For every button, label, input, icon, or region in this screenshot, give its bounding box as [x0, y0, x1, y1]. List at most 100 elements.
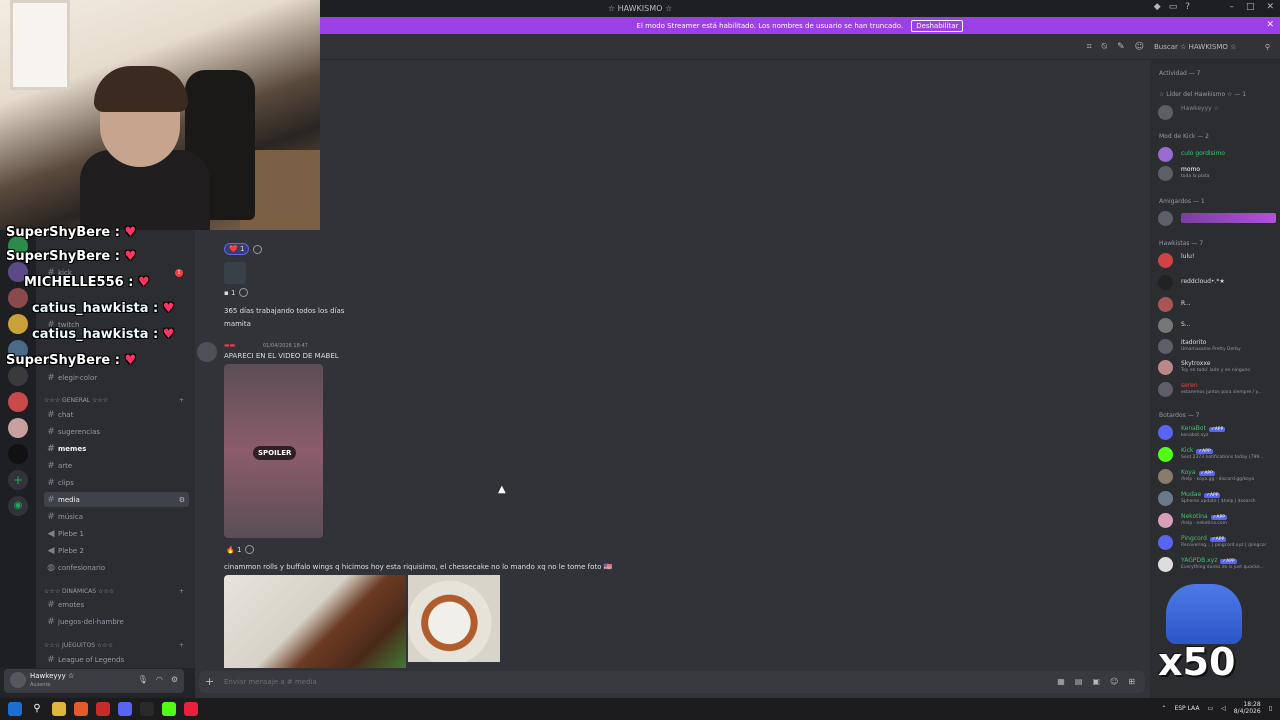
image-attachment-food[interactable]	[224, 575, 406, 668]
reaction-heart[interactable]: ❤️ 1	[224, 243, 250, 255]
member-item[interactable]: Mudae ✓APP Spheres update | $help | $searc…	[1158, 489, 1276, 507]
user-panel-card[interactable]: Hawkeyyy ☆ Ausente 🎙 ◠ ⚙	[4, 669, 184, 693]
media-player-icon[interactable]	[184, 702, 198, 716]
member-item[interactable]: Itadorito Umamasame Pretty Derby	[1158, 337, 1276, 355]
channel-emotes[interactable]: # emotes	[44, 597, 189, 612]
message-author[interactable]: ▬▬	[224, 342, 235, 349]
explore-icon[interactable]: ◉	[8, 496, 28, 516]
add-server-icon[interactable]: +	[8, 470, 28, 490]
spoiler-video[interactable]: SPOILER	[224, 364, 323, 538]
network-icon[interactable]: ▭	[1207, 705, 1213, 712]
members-icon[interactable]: ☺	[1135, 42, 1144, 52]
member-item[interactable]: reddcloud•.*★	[1158, 273, 1276, 291]
help-icon[interactable]: ?	[1185, 2, 1190, 12]
gift-icon[interactable]: ▦	[1057, 677, 1065, 686]
avatar[interactable]	[10, 672, 26, 688]
member-name: YAGPDB.xyz ✓APP	[1181, 557, 1237, 564]
microphone-icon[interactable]: 🎙	[138, 675, 148, 684]
reaction-sticker[interactable]: ▪ 1	[224, 289, 235, 297]
add-channel-icon[interactable]: +	[179, 588, 184, 595]
member-item[interactable]: Pingcord ✓APP Recovering... | pingcord.xyz…	[1158, 533, 1276, 551]
volume-icon[interactable]: ◁	[1221, 705, 1226, 712]
server-icon[interactable]	[8, 418, 28, 438]
server-icon[interactable]	[8, 444, 28, 464]
avatar	[1158, 557, 1173, 572]
message-list[interactable]: ❤️ 1 ▪ 1 365 días trabajando todos los d…	[195, 60, 1150, 668]
avatar	[1158, 535, 1173, 550]
category-general[interactable]: ☆☆☆ GENERAL ☆☆☆ +	[44, 397, 184, 404]
file-explorer-icon[interactable]	[52, 702, 66, 716]
channel-clips[interactable]: # clips	[44, 475, 189, 490]
webcam-overlay	[0, 0, 320, 230]
channel-memes[interactable]: # memes	[44, 441, 189, 456]
channel-confesionario[interactable]: ◍ confesionario	[44, 560, 189, 575]
banner-close-icon[interactable]: ✕	[1266, 20, 1274, 30]
image-attachment-food[interactable]	[408, 575, 500, 662]
notifications-icon[interactable]: ▯	[1269, 705, 1272, 712]
clock[interactable]: 18:28 8/4/2026	[1234, 701, 1261, 715]
member-item[interactable]: R...	[1158, 295, 1276, 313]
start-icon[interactable]	[8, 702, 22, 716]
search-input[interactable]: Buscar ☆ HAWKISMO ☆ ⚲	[1150, 39, 1274, 55]
add-channel-icon[interactable]: +	[179, 397, 184, 404]
voice-channel-plebe-2[interactable]: ◀ Plebe 2	[44, 543, 189, 558]
category-juegos[interactable]: ☆☆☆ JUEGUITOS ☆☆☆ +	[44, 642, 184, 649]
member-item[interactable]: Skytroxxe Toy en todo' lado y en ninguno	[1158, 358, 1276, 376]
sticker-icon[interactable]: ▣	[1092, 677, 1100, 686]
gear-icon[interactable]: ⚙	[171, 675, 178, 684]
member-item[interactable]: momo toda la plata	[1158, 164, 1276, 182]
channel-juegos-del-hambre[interactable]: # juegos-del-hambre	[44, 614, 189, 629]
kick-icon[interactable]	[162, 702, 176, 716]
emoji-icon[interactable]: ☺	[1110, 677, 1118, 686]
obs-icon[interactable]	[140, 702, 154, 716]
attach-icon[interactable]: +	[205, 675, 214, 688]
server-icon[interactable]	[8, 392, 28, 412]
mute-icon[interactable]: ⍉	[1102, 42, 1107, 52]
member-item[interactable]: YAGPDB.xyz ✓APP Everything dunks do is jus…	[1158, 555, 1276, 573]
keyboard-language[interactable]: ESP LAA	[1174, 705, 1199, 712]
brave-browser-icon[interactable]	[74, 702, 88, 716]
member-item[interactable]: Kick ✓APP Sent 2373 notifications today (7…	[1158, 445, 1276, 463]
member-item[interactable]: KenaBot ✓APP kenabot.xyz	[1158, 423, 1276, 441]
member-item[interactable]	[1158, 209, 1276, 227]
avatar[interactable]	[197, 342, 217, 362]
member-item[interactable]: lulu!	[1158, 251, 1276, 269]
threads-icon[interactable]: ⌗	[1087, 42, 1092, 52]
nitro-icon[interactable]: ◆	[1154, 2, 1161, 12]
channel-media[interactable]: # media ⚙	[44, 492, 189, 507]
sticker-image[interactable]	[224, 262, 246, 284]
voice-channel-plebe-1[interactable]: ◀ Plebe 1	[44, 526, 189, 541]
search-icon[interactable]: ⚲	[30, 702, 44, 716]
disable-streamer-button[interactable]: Deshabilitar	[911, 19, 964, 32]
reaction-fire[interactable]: 🔥 1	[226, 546, 241, 554]
member-item[interactable]: Nekotina ✓APP/help · nekotina.com	[1158, 511, 1276, 529]
channel-settings-icon[interactable]: ⚙	[179, 496, 185, 504]
pin-icon[interactable]: ✎	[1117, 42, 1125, 52]
add-reaction-icon[interactable]	[253, 244, 263, 254]
member-item[interactable]: Koya ✓APP/help · koya.gg · discord.gg/koy…	[1158, 467, 1276, 485]
category-dinamicas[interactable]: ☆☆☆ DINÁMICAS ☆☆☆ +	[44, 588, 184, 595]
channel-league-of-legends[interactable]: # League of Legends	[44, 652, 189, 667]
discord-icon[interactable]	[118, 702, 132, 716]
inbox-icon[interactable]: ▭	[1169, 2, 1178, 12]
member-item[interactable]: Hawkeyyy ☆	[1158, 103, 1276, 121]
minimize-icon[interactable]: –	[1229, 2, 1234, 12]
add-channel-icon[interactable]: +	[179, 642, 184, 649]
channel-sugerencias[interactable]: # sugerencias	[44, 424, 189, 439]
apps-icon[interactable]: ⊞	[1128, 677, 1135, 686]
member-item[interactable]: S...	[1158, 316, 1276, 334]
chevron-up-icon[interactable]: ⌃	[1161, 705, 1166, 712]
close-icon[interactable]: ✕	[1266, 2, 1274, 12]
headphones-icon[interactable]: ◠	[156, 675, 163, 684]
gif-icon[interactable]: ▤	[1075, 677, 1083, 686]
member-item[interactable]: culo gordisimo	[1158, 145, 1276, 163]
add-reaction-icon[interactable]	[245, 545, 255, 554]
channel-arte[interactable]: # arte	[44, 458, 189, 473]
message-input[interactable]: + Enviar mensaje a # media ▦ ▤ ▣ ☺ ⊞	[199, 671, 1145, 693]
maximize-icon[interactable]: □	[1246, 2, 1255, 12]
add-reaction-icon[interactable]	[239, 288, 249, 297]
opera-icon[interactable]	[96, 702, 110, 716]
channel-musica[interactable]: # música	[44, 509, 189, 524]
member-item[interactable]: seren estaremos juntos para siempre / y..…	[1158, 380, 1276, 398]
channel-chat[interactable]: # chat	[44, 407, 189, 422]
